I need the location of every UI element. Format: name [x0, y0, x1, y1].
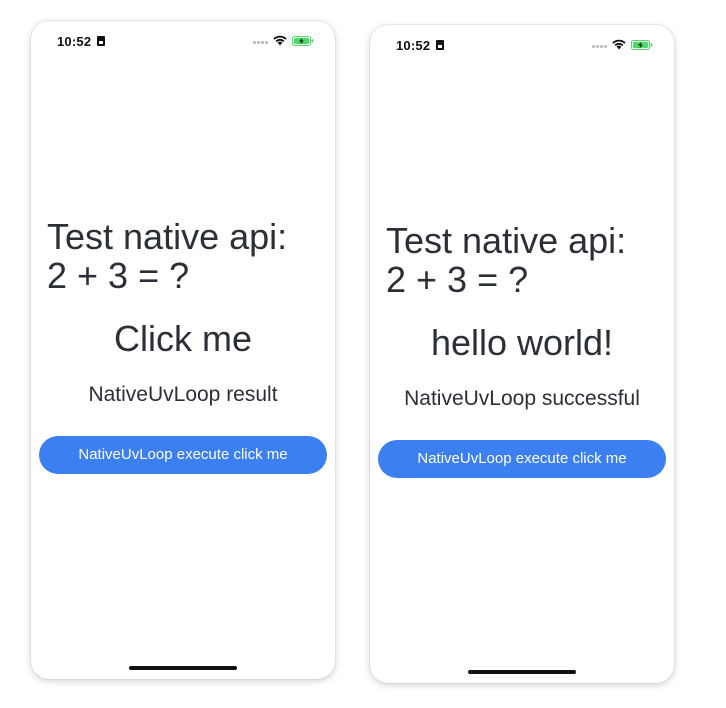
home-indicator [129, 666, 237, 670]
sim-card-icon [97, 36, 105, 46]
cellular-signal-icon [592, 45, 608, 48]
result-text: hello world! [430, 322, 614, 363]
status-text: NativeUvLoop successful [404, 387, 640, 410]
test-title: Test native api: 2 + 3 = ? [47, 216, 288, 296]
execute-button[interactable]: NativeUvLoop execute click me [378, 440, 666, 478]
status-time: 10:52 [57, 34, 92, 49]
screenshot-canvas: 10:52 Test native api: 2 + 3 = ? Click m… [0, 0, 726, 708]
status-bar: 10:52 [370, 25, 674, 65]
home-indicator [468, 670, 576, 674]
result-text: Click me [113, 318, 252, 359]
status-text: NativeUvLoop result [88, 383, 278, 406]
execute-button[interactable]: NativeUvLoop execute click me [39, 436, 327, 474]
test-title: Test native api: 2 + 3 = ? [386, 220, 627, 300]
battery-charging-icon [631, 40, 653, 50]
wifi-icon [273, 35, 287, 46]
phone-screen-after: 10:52 Test native api: 2 + 3 = ? hello w… [370, 25, 674, 683]
wifi-icon [612, 39, 626, 50]
status-bar: 10:52 [31, 21, 335, 61]
cellular-signal-icon [253, 41, 269, 44]
phone-screen-before: 10:52 Test native api: 2 + 3 = ? Click m… [31, 21, 335, 679]
status-time: 10:52 [396, 38, 431, 53]
battery-charging-icon [292, 36, 314, 46]
sim-card-icon [436, 40, 444, 50]
